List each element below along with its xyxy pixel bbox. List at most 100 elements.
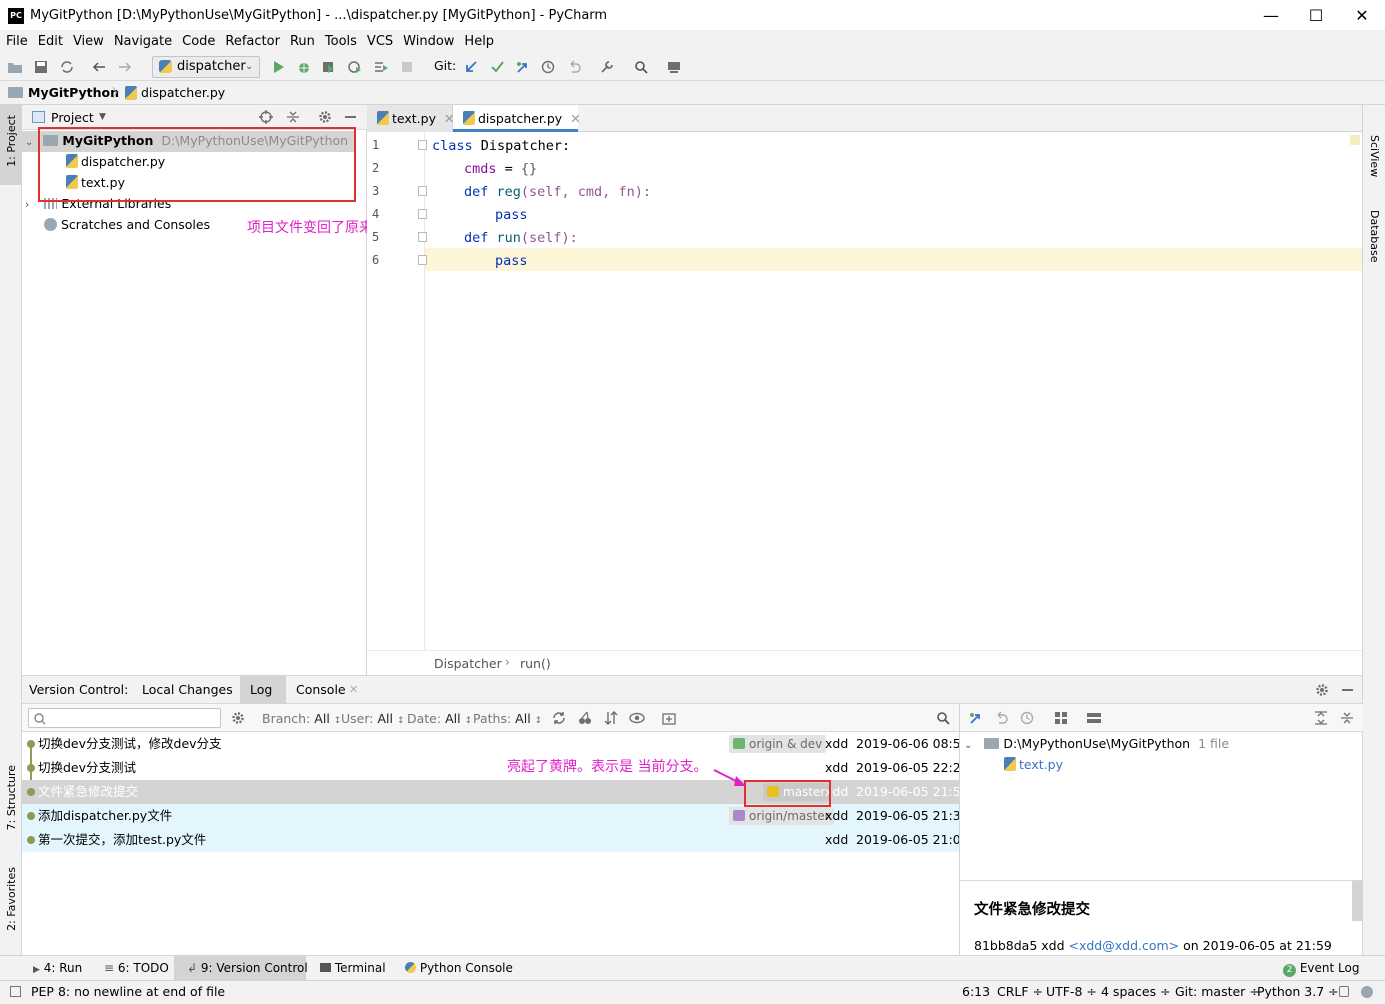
commit-row[interactable]: 切换dev分支测试，修改dev分支 origin & dev xdd 2019-… <box>22 732 969 756</box>
menu-code[interactable]: Code <box>182 31 215 53</box>
project-tool-tab[interactable]: 1: Project <box>0 105 22 185</box>
event-log-tab[interactable]: 2 Event Log <box>1283 956 1359 981</box>
settings-wrench-icon[interactable] <box>598 58 616 76</box>
fold-marker-icon[interactable] <box>418 186 427 196</box>
code-line-1[interactable]: class Dispatcher: <box>432 138 570 154</box>
sync-icon[interactable] <box>58 58 76 76</box>
menu-run[interactable]: Run <box>290 31 315 53</box>
structure-tool-tab[interactable]: 7: Structure <box>5 765 18 830</box>
menu-view[interactable]: View <box>73 31 104 53</box>
tool-tab-todo[interactable]: ≡ 6: TODO <box>104 956 169 981</box>
toggle-tool-windows-icon[interactable] <box>10 986 21 997</box>
tool-tab-terminal[interactable]: Terminal <box>320 956 386 981</box>
commit-row[interactable]: 第一次提交，添加test.py文件 xdd 2019-06-05 21:04 <box>22 828 969 852</box>
database-tool-tab[interactable]: Database <box>1368 210 1381 263</box>
collapse-all-icon[interactable] <box>286 110 300 124</box>
minimize-panel-icon[interactable] <box>1342 689 1353 691</box>
new-tab-icon[interactable] <box>662 711 676 725</box>
tool-tab-python-console[interactable]: Python Console <box>405 956 513 981</box>
code-line-6[interactable]: pass <box>495 253 528 269</box>
tab-log[interactable]: Log <box>250 682 272 697</box>
close-tab-icon[interactable]: ✕ <box>570 111 580 126</box>
log-search-input[interactable] <box>28 708 221 728</box>
gear-icon[interactable] <box>1315 683 1329 697</box>
git-push-icon[interactable] <box>968 711 982 725</box>
python-interpreter[interactable]: Python 3.7 ÷ <box>1257 984 1339 999</box>
run-icon[interactable] <box>270 58 288 76</box>
tab-text-py[interactable]: text.py ✕ <box>367 105 454 132</box>
eye-icon[interactable] <box>629 711 645 725</box>
breadcrumb-method[interactable]: run() <box>520 656 551 671</box>
menu-edit[interactable]: Edit <box>38 31 63 53</box>
run-concurrency-icon[interactable] <box>372 58 390 76</box>
git-branch-status[interactable]: Git: master ÷ <box>1175 984 1260 999</box>
dropdown-arrow-icon[interactable]: ▼ <box>99 112 106 122</box>
changed-file[interactable]: text.py <box>1004 755 1063 775</box>
code-line-2[interactable]: cmds = {} <box>464 161 537 177</box>
lock-icon[interactable] <box>1339 986 1349 997</box>
minimize-panel-icon[interactable] <box>345 116 356 118</box>
commit-email-link[interactable]: <xdd@xdd.com> <box>1069 938 1180 953</box>
caret-position[interactable]: 6:13 <box>962 984 990 999</box>
back-arrow-icon[interactable] <box>90 58 108 76</box>
changed-files-root[interactable]: ⌄ D:\MyPythonUse\MyGitPython 1 file <box>964 734 1229 756</box>
filter-user[interactable]: User: All ↕ <box>341 711 405 726</box>
code-line-4[interactable]: pass <box>495 207 528 223</box>
fold-marker-icon[interactable] <box>418 255 427 265</box>
maximize-button[interactable]: ☐ <box>1293 0 1339 31</box>
group-by-icon[interactable] <box>1054 711 1068 725</box>
menu-help[interactable]: Help <box>464 31 494 53</box>
search-icon[interactable] <box>632 58 650 76</box>
menu-vcs[interactable]: VCS <box>367 31 393 53</box>
layout-icon[interactable] <box>1086 711 1102 725</box>
close-window-button[interactable]: ✕ <box>1339 0 1385 31</box>
history-clock-icon[interactable] <box>539 58 557 76</box>
menu-file[interactable]: File <box>6 31 28 53</box>
filter-date[interactable]: Date: All ↕ <box>407 711 472 726</box>
refresh-icon[interactable] <box>552 711 566 725</box>
cherry-pick-icon[interactable] <box>578 711 592 725</box>
menu-window[interactable]: Window <box>403 31 454 53</box>
tree-scratches[interactable]: Scratches and Consoles <box>44 215 210 235</box>
git-push-icon[interactable] <box>513 58 531 76</box>
line-separator[interactable]: CRLF ÷ <box>997 984 1043 999</box>
fold-marker-icon[interactable] <box>418 232 427 242</box>
inspection-status-icon[interactable] <box>1350 135 1360 145</box>
filter-paths[interactable]: Paths: All ↕ <box>473 711 542 726</box>
breadcrumb-class[interactable]: Dispatcher <box>434 656 502 671</box>
gear-icon[interactable] <box>318 110 332 124</box>
menu-refactor[interactable]: Refactor <box>225 31 280 53</box>
save-icon[interactable] <box>32 58 50 76</box>
fold-marker-icon[interactable] <box>418 209 427 219</box>
run-configuration-select[interactable]: dispatcher ⌄ <box>152 56 260 78</box>
profile-icon[interactable] <box>346 58 364 76</box>
inspector-icon[interactable] <box>1361 986 1373 998</box>
tab-console[interactable]: Console <box>296 682 346 697</box>
details-scrollbar[interactable] <box>1352 881 1362 921</box>
debug-icon[interactable] <box>295 58 313 76</box>
stop-icon[interactable] <box>398 58 416 76</box>
project-view-select[interactable]: Project <box>51 110 94 125</box>
search-icon[interactable] <box>936 711 950 725</box>
file-encoding[interactable]: UTF-8 ÷ <box>1046 984 1097 999</box>
presentation-mode-icon[interactable] <box>665 58 683 76</box>
locate-target-icon[interactable] <box>259 110 273 124</box>
indent-setting[interactable]: 4 spaces ÷ <box>1101 984 1171 999</box>
filter-branch[interactable]: Branch: All ↕ <box>262 711 341 726</box>
code-line-3[interactable]: def reg(self, cmd, fn): <box>464 184 651 200</box>
minimize-button[interactable]: — <box>1248 0 1294 31</box>
tool-tab-run[interactable]: ▶ 4: Run <box>33 956 82 981</box>
forward-arrow-icon[interactable] <box>116 58 134 76</box>
menu-navigate[interactable]: Navigate <box>114 31 172 53</box>
close-tab-icon[interactable]: ✕ <box>349 683 358 696</box>
open-folder-icon[interactable] <box>6 58 24 76</box>
tool-tab-version-control[interactable]: ↲ 9: Version Control <box>174 956 308 981</box>
favorites-tool-tab[interactable]: 2: Favorites <box>5 867 18 931</box>
breadcrumb-project[interactable]: MyGitPython <box>28 85 119 100</box>
commit-row[interactable]: 切换dev分支测试 xdd 2019-06-05 22:21 <box>22 756 969 780</box>
git-commit-icon[interactable] <box>488 58 506 76</box>
commit-row[interactable]: 添加dispatcher.py文件 origin/master xdd 2019… <box>22 804 969 828</box>
tab-local-changes[interactable]: Local Changes <box>142 682 233 697</box>
rollback-icon[interactable] <box>565 58 583 76</box>
code-line-5[interactable]: def run(self): <box>464 230 578 246</box>
